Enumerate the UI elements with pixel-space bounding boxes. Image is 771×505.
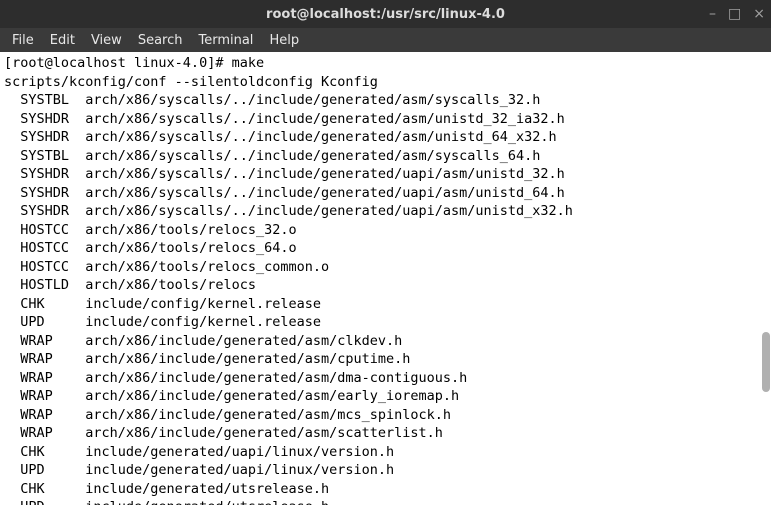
window-controls: – □ × — [709, 7, 765, 21]
scrollbar-thumb[interactable] — [762, 332, 770, 392]
menu-terminal[interactable]: Terminal — [192, 31, 259, 50]
menubar: File Edit View Search Terminal Help — [0, 28, 771, 52]
window-title: root@localhost:/usr/src/linux-4.0 — [266, 7, 505, 22]
build-row: SYSHDR arch/x86/syscalls/../include/gene… — [4, 184, 767, 203]
titlebar: root@localhost:/usr/src/linux-4.0 – □ × — [0, 0, 771, 28]
build-row: WRAP arch/x86/include/generated/asm/cput… — [4, 350, 767, 369]
build-row: SYSTBL arch/x86/syscalls/../include/gene… — [4, 147, 767, 166]
build-row: CHK include/generated/utsrelease.h — [4, 480, 767, 499]
prompt-line: [root@localhost linux-4.0]# make — [4, 54, 767, 73]
build-row: UPD include/generated/uapi/linux/version… — [4, 461, 767, 480]
build-row: HOSTLD arch/x86/tools/relocs — [4, 276, 767, 295]
menu-view[interactable]: View — [85, 31, 128, 50]
menu-help[interactable]: Help — [263, 31, 305, 50]
build-row: UPD include/config/kernel.release — [4, 313, 767, 332]
build-row: CHK include/generated/uapi/linux/version… — [4, 443, 767, 462]
build-row: SYSHDR arch/x86/syscalls/../include/gene… — [4, 202, 767, 221]
menu-search[interactable]: Search — [132, 31, 189, 50]
build-row: WRAP arch/x86/include/generated/asm/earl… — [4, 387, 767, 406]
build-row: HOSTCC arch/x86/tools/relocs_64.o — [4, 239, 767, 258]
build-row: CHK include/config/kernel.release — [4, 295, 767, 314]
build-row: UPD include/generated/utsrelease.h — [4, 498, 767, 505]
build-row: SYSHDR arch/x86/syscalls/../include/gene… — [4, 128, 767, 147]
build-row: WRAP arch/x86/include/generated/asm/clkd… — [4, 332, 767, 351]
terminal-output[interactable]: [root@localhost linux-4.0]# makescripts/… — [0, 52, 771, 505]
menu-edit[interactable]: Edit — [44, 31, 81, 50]
maximize-icon[interactable]: □ — [728, 7, 741, 21]
build-row: WRAP arch/x86/include/generated/asm/dma-… — [4, 369, 767, 388]
build-row: SYSHDR arch/x86/syscalls/../include/gene… — [4, 165, 767, 184]
close-icon[interactable]: × — [753, 7, 765, 21]
build-row: WRAP arch/x86/include/generated/asm/scat… — [4, 424, 767, 443]
output-line: scripts/kconfig/conf --silentoldconfig K… — [4, 73, 767, 92]
build-row: SYSHDR arch/x86/syscalls/../include/gene… — [4, 110, 767, 129]
build-row: WRAP arch/x86/include/generated/asm/mcs_… — [4, 406, 767, 425]
build-row: HOSTCC arch/x86/tools/relocs_32.o — [4, 221, 767, 240]
menu-file[interactable]: File — [6, 31, 40, 50]
build-row: HOSTCC arch/x86/tools/relocs_common.o — [4, 258, 767, 277]
build-row: SYSTBL arch/x86/syscalls/../include/gene… — [4, 91, 767, 110]
minimize-icon[interactable]: – — [709, 7, 716, 21]
scrollbar-track[interactable] — [761, 52, 771, 505]
